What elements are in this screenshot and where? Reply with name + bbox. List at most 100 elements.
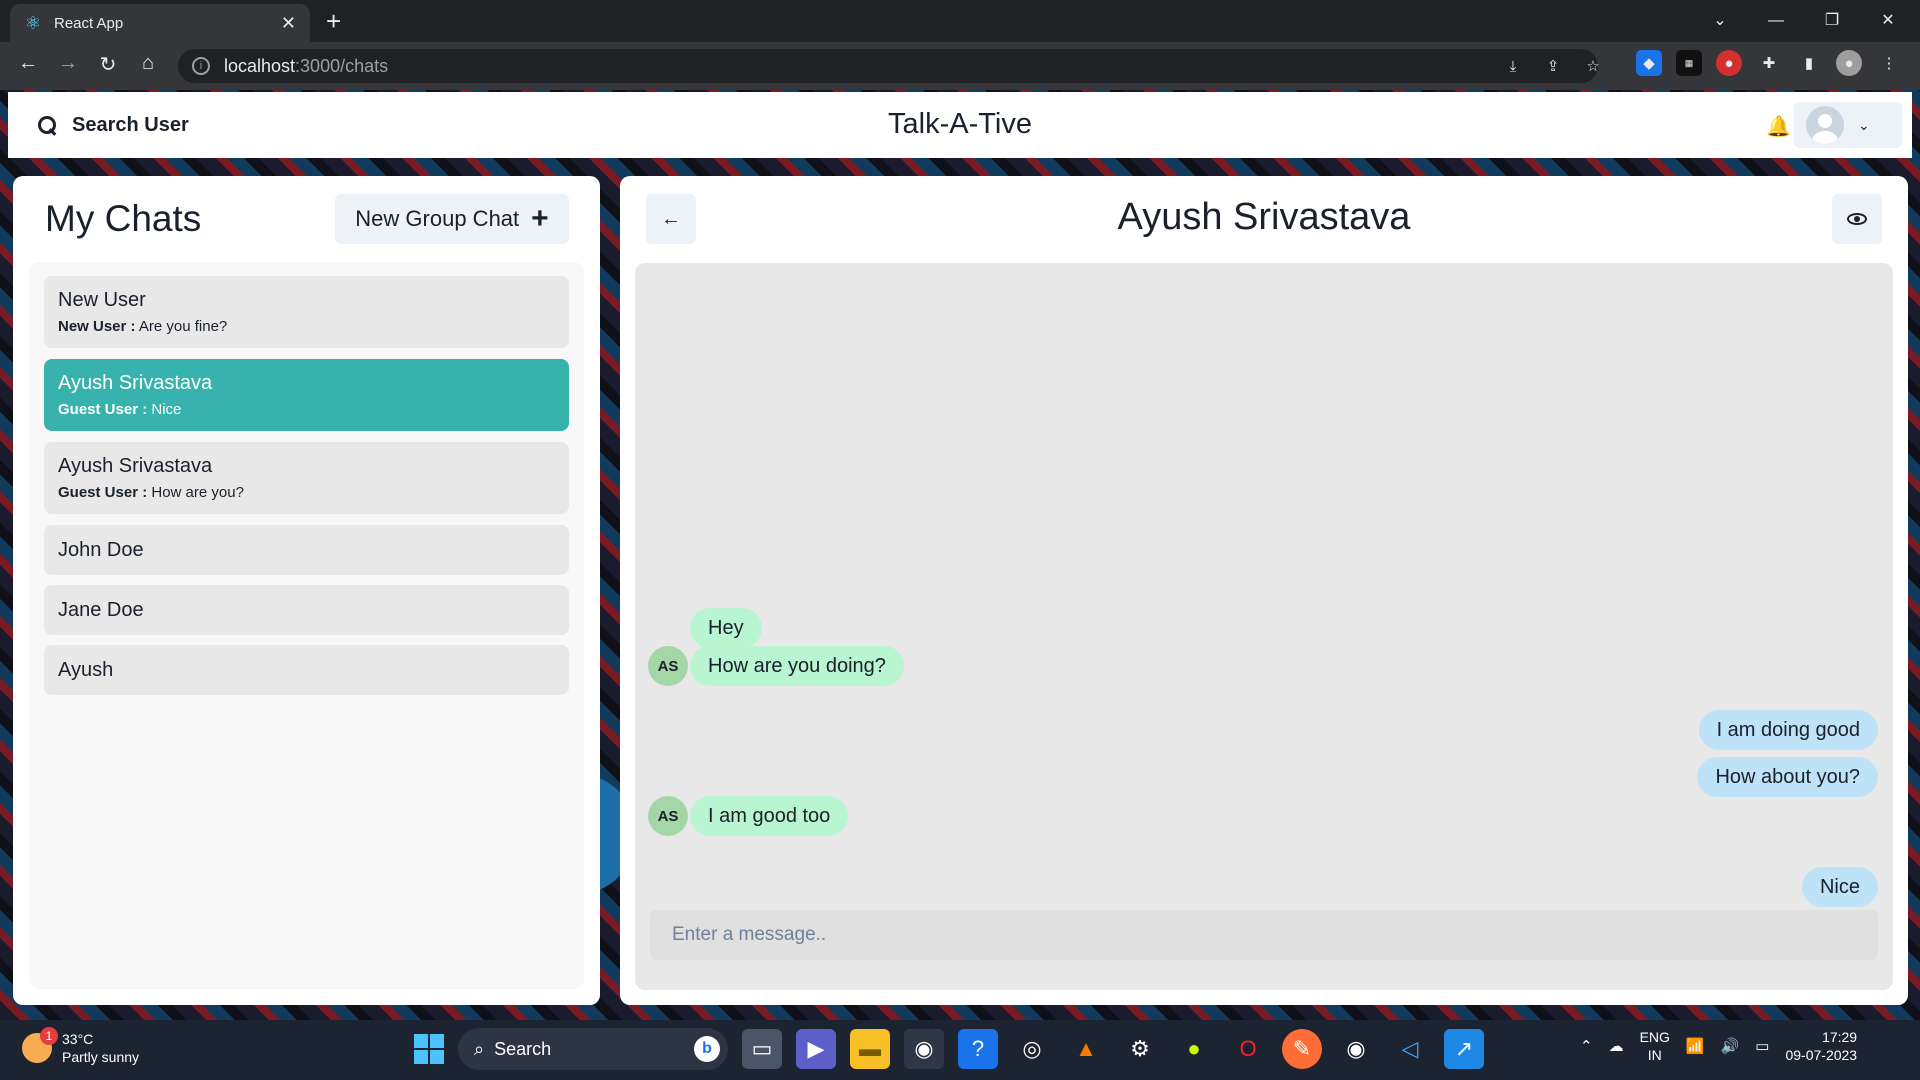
message-bubble-incoming: How are you doing? [690,646,904,686]
side-panel-icon[interactable]: ▮ [1796,50,1822,76]
message-bubble-outgoing: Nice [1801,867,1878,907]
my-chats-title: My Chats [45,198,202,239]
share-icon[interactable]: ⇪ [1540,53,1566,79]
postman-icon[interactable]: ✎ [1282,1029,1322,1069]
chat-latest-message: New User : Are you fine? [58,318,555,335]
browser-tab[interactable]: ⚛ React App ✕ [10,4,310,42]
chat-name: John Doe [58,538,144,561]
app-header: Search User Talk-A-Tive 🔔 ⌄ [8,92,1912,158]
clock-time: 17:29 [1822,1029,1858,1045]
home-icon[interactable]: ⌂ [128,52,168,77]
chat-name: Jane Doe [58,598,144,621]
minimize-button[interactable]: — [1748,6,1804,36]
restore-button[interactable]: ❐ [1804,6,1860,36]
battery-icon[interactable]: ▭ [1755,1037,1769,1055]
weather-badge: 1 [40,1027,58,1045]
taskbar-apps: ⌕ Search b ▭ ▶ ▬ ◉ ? ◎ ▲ ⚙ ● O ✎ ◉ ◁ ↗ [414,1028,1484,1070]
taskbar-search-label: Search [494,1038,552,1059]
chevron-up-icon[interactable]: ⌃ [1580,1037,1593,1055]
lang-top: ENG [1639,1029,1670,1045]
chat-list-item[interactable]: Jane Doe [44,585,569,635]
forward-arrow-icon[interactable]: → [48,52,88,77]
teams-chat-icon[interactable]: ▶ [796,1029,836,1069]
clock-date: 09-07-2023 [1785,1047,1858,1063]
reload-icon[interactable]: ↻ [88,52,128,77]
latest-sender: Guest User : [58,484,148,501]
volume-icon[interactable]: 🔊 [1721,1037,1740,1055]
weather-sun-icon: 1 [22,1027,58,1063]
taskbar-search-box[interactable]: ⌕ Search b [458,1028,728,1070]
arrow-left-icon: ← [661,207,681,230]
vscode-icon[interactable]: ◁ [1390,1029,1430,1069]
opera-icon[interactable]: O [1228,1029,1268,1069]
extension-shield-icon[interactable]: ◆ [1636,50,1662,76]
chat-list-item[interactable]: New User New User : Are you fine? [44,276,569,348]
install-icon[interactable]: ⤓ [1500,53,1526,79]
message-bubble-incoming: I am good too [690,796,849,836]
close-tab-icon[interactable]: ✕ [281,13,296,34]
chat-list-item[interactable]: John Doe [44,525,569,575]
browser-tab-strip: ⚛ React App ✕ + ⌄ — ❐ ✕ [0,0,1920,42]
url-path: :3000/chats [295,55,389,76]
obs-icon[interactable]: ◎ [1012,1029,1052,1069]
system-tray: ⌃ ☁ ENG IN 📶 🔊 ▭ 17:29 09-07-2023 [1580,1028,1857,1064]
search-icon [36,114,58,136]
plus-icon: + [531,202,549,235]
latest-sender: New User : [58,318,136,335]
close-window-button[interactable]: ✕ [1860,6,1916,36]
wifi-icon[interactable]: 📶 [1686,1037,1705,1055]
address-bar-row: ← → ↻ ⌂ i localhost:3000/chats ⤓ ⇪ ☆ ◆ ▦… [0,42,1920,90]
chat-header-title: Ayush Srivastava [1117,196,1411,238]
view-profile-button[interactable] [1832,194,1882,244]
back-button[interactable]: ← [646,194,696,244]
search-user-button[interactable]: Search User [36,106,189,144]
extension-dynai-icon[interactable]: ▦ [1676,50,1702,76]
new-tab-button[interactable]: + [326,8,341,34]
chrome-profile-icon[interactable]: ◉ [1336,1029,1376,1069]
back-arrow-icon[interactable]: ← [8,52,48,77]
extension-lastpass-icon[interactable]: ● [1716,50,1742,76]
extensions-puzzle-icon[interactable]: ✚ [1756,50,1782,76]
vlc-icon[interactable]: ▲ [1066,1029,1106,1069]
file-explorer-icon[interactable]: ▬ [850,1029,890,1069]
profile-menu-button[interactable]: ⌄ [1794,102,1902,148]
window-controls: ⌄ — ❐ ✕ [1692,6,1916,36]
chat-list-item[interactable]: Ayush Srivastava Guest User : How are yo… [44,442,569,514]
new-group-chat-button[interactable]: New Group Chat + [335,194,569,244]
sender-avatar: AS [648,796,688,836]
browser-profile-avatar[interactable]: ● [1836,50,1862,76]
task-view-icon[interactable]: ▭ [742,1029,782,1069]
windows-start-icon[interactable] [414,1034,444,1064]
tab-search-chevron-icon[interactable]: ⌄ [1692,6,1748,36]
chat-latest-message: Guest User : Nice [58,401,555,418]
weather-temp: 33°C [62,1031,94,1047]
lang-bottom: IN [1647,1047,1662,1063]
search-user-label: Search User [72,113,189,136]
sender-avatar: AS [648,646,688,686]
bookmark-star-icon[interactable]: ☆ [1580,53,1606,79]
latest-text: How are you? [151,484,244,501]
windows-taskbar: 1 33°C Partly sunny ⌕ Search b ▭ ▶ ▬ ◉ ?… [0,1020,1920,1080]
onedrive-cloud-icon[interactable]: ☁ [1609,1037,1624,1055]
site-info-icon[interactable]: i [192,57,210,75]
app-green-icon[interactable]: ● [1174,1029,1214,1069]
settings-gear-icon[interactable]: ⚙ [1120,1029,1160,1069]
browser-menu-icon[interactable]: ⋮ [1876,50,1902,76]
latest-text: Are you fine? [138,318,228,335]
new-group-chat-label: New Group Chat [355,206,520,231]
chat-list-item-active[interactable]: Ayush Srivastava Guest User : Nice [44,359,569,431]
language-indicator[interactable]: ENG IN [1640,1028,1670,1064]
user-avatar [1806,106,1844,144]
azure-data-studio-icon[interactable]: ↗ [1444,1029,1484,1069]
chat-name: Ayush Srivastava [58,372,213,394]
omnibox[interactable]: i localhost:3000/chats ⤓ ⇪ ☆ [178,49,1600,83]
weather-widget[interactable]: 1 33°C Partly sunny [22,1027,139,1066]
message-area: Hey AS How are you doing? I am doing goo… [635,263,1893,990]
help-icon[interactable]: ? [958,1029,998,1069]
notification-bell-icon[interactable]: 🔔 [1766,114,1791,139]
bing-icon[interactable]: b [694,1036,720,1062]
chrome-icon[interactable]: ◉ [904,1029,944,1069]
message-input[interactable] [650,910,1878,960]
chat-list-item[interactable]: Ayush [44,645,569,695]
clock[interactable]: 17:29 09-07-2023 [1785,1028,1857,1064]
